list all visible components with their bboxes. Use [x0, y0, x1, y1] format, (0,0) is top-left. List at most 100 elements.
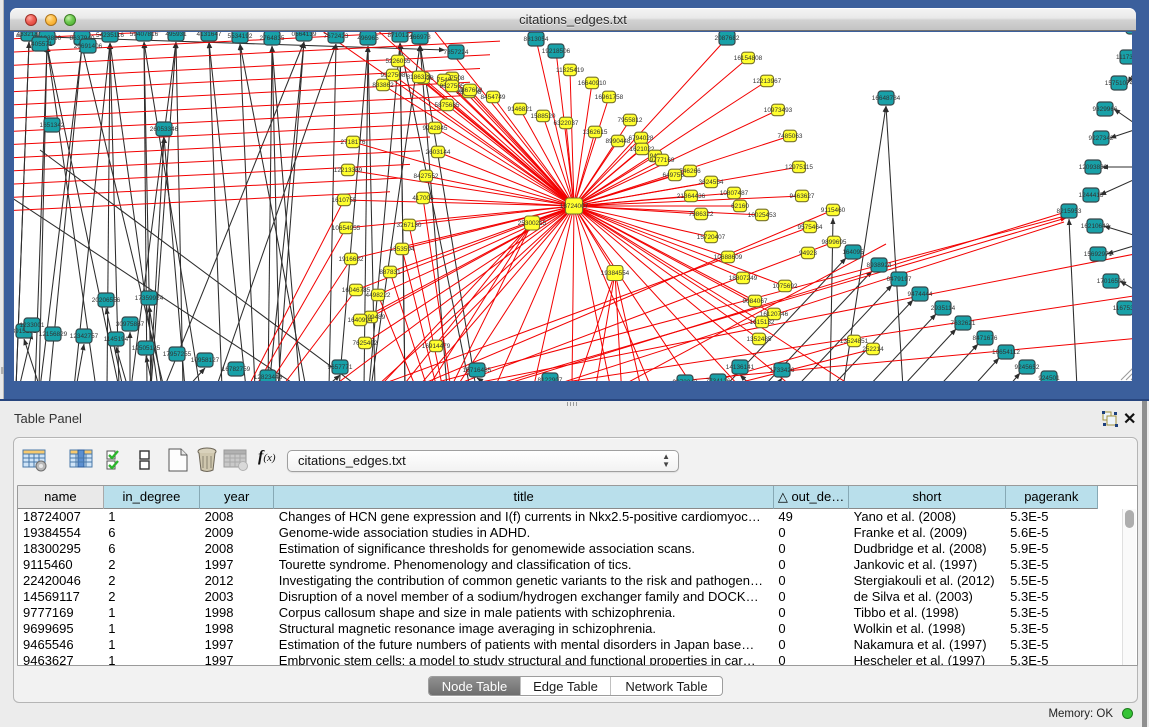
svg-text:94923: 94923: [799, 250, 817, 257]
svg-text:16046785: 16046785: [342, 287, 371, 294]
svg-text:9329966: 9329966: [1093, 106, 1118, 113]
svg-text:7857224: 7857224: [444, 49, 469, 56]
svg-text:9242845: 9242845: [423, 125, 448, 132]
svg-text:59407816: 59407816: [130, 32, 159, 38]
svg-text:1233001: 1233001: [20, 322, 45, 329]
svg-text:9084067: 9084067: [743, 298, 768, 305]
svg-text:18807249: 18807249: [729, 275, 758, 282]
svg-text:8813054: 8813054: [524, 36, 549, 43]
svg-text:12505135: 12505135: [132, 345, 161, 352]
svg-text:1244415: 1244415: [1079, 192, 1104, 199]
svg-text:14136141: 14136141: [726, 364, 755, 371]
svg-text:17957255: 17957255: [163, 351, 192, 358]
svg-text:9873342: 9873342: [673, 379, 698, 381]
svg-text:9777169: 9777169: [650, 157, 675, 164]
svg-text:18724007: 18724007: [560, 203, 589, 210]
svg-text:20691406: 20691406: [74, 43, 103, 50]
svg-text:495931: 495931: [165, 32, 187, 38]
svg-text:7955812: 7955812: [618, 117, 643, 124]
svg-text:746266: 746266: [679, 168, 701, 175]
svg-text:25300215: 25300215: [518, 220, 547, 227]
svg-text:1362615: 1362615: [583, 129, 608, 136]
svg-text:19218506: 19218506: [542, 48, 571, 55]
svg-text:16154808: 16154808: [734, 55, 763, 62]
svg-text:10973493: 10973493: [764, 107, 793, 114]
svg-text:10807487: 10807487: [720, 190, 749, 197]
svg-text:1916682: 1916682: [339, 256, 364, 263]
svg-text:12975115: 12975115: [785, 164, 813, 171]
svg-text:16640910: 16640910: [578, 80, 607, 87]
svg-text:7986322: 7986322: [689, 211, 714, 218]
svg-text:7672423: 7672423: [324, 33, 349, 40]
svg-text:1610755: 1610755: [332, 197, 357, 204]
svg-text:12213369: 12213369: [334, 167, 363, 174]
svg-text:12093832: 12093832: [1079, 164, 1108, 171]
svg-text:12342757: 12342757: [70, 333, 99, 340]
svg-text:9146821: 9146821: [508, 106, 533, 113]
svg-text:1640994: 1640994: [348, 317, 373, 324]
svg-text:833862: 833862: [372, 82, 394, 89]
svg-text:164095: 164095: [842, 249, 864, 256]
svg-text:1352485: 1352485: [747, 336, 772, 343]
svg-text:20206556: 20206556: [92, 297, 121, 304]
svg-text:16210643: 16210643: [1081, 223, 1110, 230]
svg-text:7625402: 7625402: [353, 340, 378, 347]
svg-text:10958127: 10958127: [191, 357, 220, 364]
svg-text:5226055: 5226055: [386, 58, 411, 65]
svg-text:12213967: 12213967: [753, 78, 782, 85]
svg-text:1733426: 1733426: [770, 367, 795, 374]
svg-text:887831: 887831: [379, 269, 401, 276]
svg-text:8454749: 8454749: [481, 94, 506, 101]
svg-text:7734126: 7734126: [706, 378, 731, 381]
svg-text:1405571: 1405571: [28, 41, 53, 48]
svg-text:13524851: 13524851: [840, 338, 869, 345]
svg-text:7485063: 7485063: [778, 133, 803, 140]
svg-text:1651342: 1651342: [40, 122, 65, 129]
svg-text:2764835: 2764835: [260, 35, 285, 42]
svg-text:19384554: 19384554: [601, 270, 630, 277]
svg-text:10654955: 10654955: [332, 225, 361, 232]
svg-text:15716485: 15716485: [463, 367, 492, 374]
svg-text:9657771: 9657771: [328, 364, 353, 371]
svg-text:15720407: 15720407: [697, 234, 726, 241]
svg-text:16914479: 16914479: [422, 343, 451, 350]
svg-text:1615132: 1615132: [750, 319, 775, 326]
svg-text:10688609: 10688609: [714, 254, 743, 261]
svg-text:54235116: 54235116: [96, 32, 124, 39]
svg-text:8215953: 8215953: [1057, 208, 1082, 215]
svg-text:417006: 417006: [412, 195, 434, 202]
svg-text:11325419: 11325419: [556, 67, 584, 74]
svg-text:12156829: 12156829: [39, 331, 68, 338]
svg-text:7632621: 7632621: [951, 320, 976, 327]
svg-text:16961758: 16961758: [595, 94, 624, 101]
svg-text:1167534: 1167534: [1113, 305, 1132, 312]
svg-text:6322037: 6322037: [554, 120, 579, 127]
svg-text:9575464: 9575464: [798, 224, 823, 231]
svg-text:3267130: 3267130: [397, 222, 422, 229]
svg-text:9474444: 9474444: [908, 291, 933, 298]
svg-text:1145194: 1145194: [104, 336, 129, 343]
svg-text:0564139: 0564139: [292, 32, 317, 38]
svg-text:16648784: 16648784: [872, 95, 901, 102]
svg-text:9227342: 9227342: [1089, 135, 1114, 142]
svg-text:12823446: 12823446: [254, 374, 283, 381]
svg-text:62160: 62160: [731, 203, 749, 210]
svg-text:8938924: 8938924: [867, 262, 892, 269]
svg-text:6794028: 6794028: [629, 135, 654, 142]
svg-text:15692971: 15692971: [1084, 251, 1113, 258]
svg-text:8186328: 8186328: [407, 74, 432, 81]
svg-text:1588520: 1588520: [531, 113, 556, 120]
svg-text:6479197: 6479197: [887, 276, 912, 283]
svg-text:15751074: 15751074: [1105, 80, 1132, 87]
svg-text:4131647: 4131647: [197, 32, 222, 38]
svg-text:1353594: 1353594: [390, 246, 415, 253]
svg-text:9245652: 9245652: [1015, 364, 1040, 371]
svg-text:9115460: 9115460: [821, 207, 846, 214]
svg-text:9899695: 9899695: [822, 239, 847, 246]
svg-text:496965: 496965: [357, 35, 379, 42]
svg-text:8990448: 8990448: [606, 138, 631, 145]
svg-text:10025453: 10025453: [748, 212, 777, 219]
svg-text:9463627: 9463627: [790, 193, 815, 200]
svg-text:26053346: 26053346: [150, 126, 179, 133]
svg-text:2718176: 2718176: [341, 139, 366, 146]
